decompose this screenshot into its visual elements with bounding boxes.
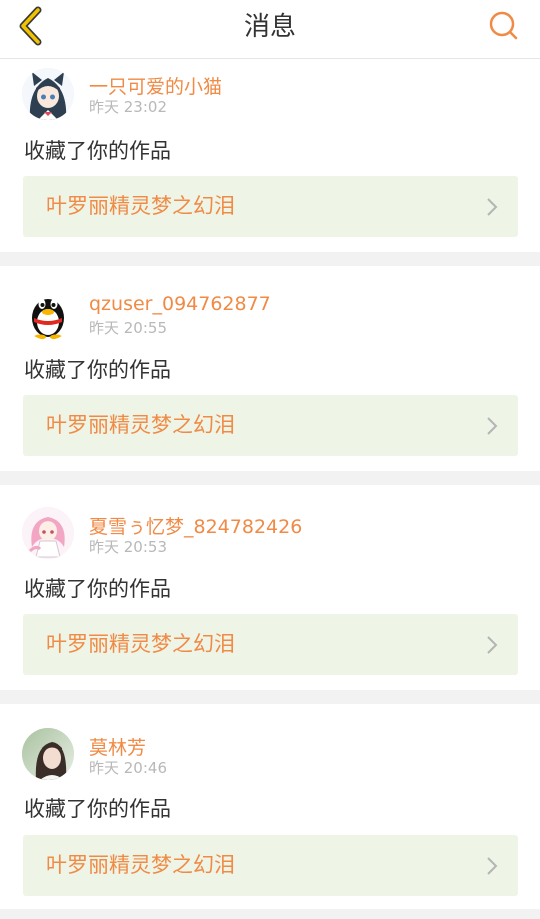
chevron-right-icon <box>486 635 498 659</box>
timestamp: 昨天 23:02 <box>89 98 167 116</box>
work-title: 叶罗丽精灵梦之幻泪 <box>46 632 235 656</box>
message-card: qzuser_094762877 昨天 20:55 收藏了你的作品 叶罗丽精灵梦… <box>0 266 540 471</box>
search-button[interactable] <box>484 8 524 48</box>
username[interactable]: 莫林芳 <box>89 733 146 760</box>
work-link[interactable]: 叶罗丽精灵梦之幻泪 <box>23 614 518 675</box>
chevron-right-icon <box>486 416 498 440</box>
action-text: 收藏了你的作品 <box>24 797 171 821</box>
qq-penguin-avatar-icon <box>22 288 74 340</box>
page-title: 消息 <box>243 12 296 42</box>
timestamp: 昨天 20:46 <box>89 759 167 777</box>
chevron-right-icon <box>486 197 498 221</box>
work-title: 叶罗丽精灵梦之幻泪 <box>46 413 235 437</box>
action-text: 收藏了你的作品 <box>24 358 171 382</box>
avatar[interactable] <box>22 507 74 559</box>
work-title: 叶罗丽精灵梦之幻泪 <box>46 194 235 218</box>
message-card: 夏雪ぅ忆梦_824782426 昨天 20:53 收藏了你的作品 叶罗丽精灵梦之… <box>0 485 540 690</box>
work-title: 叶罗丽精灵梦之幻泪 <box>46 853 235 877</box>
action-text: 收藏了你的作品 <box>24 139 171 163</box>
timestamp: 昨天 20:53 <box>89 538 167 556</box>
work-link[interactable]: 叶罗丽精灵梦之幻泪 <box>23 176 518 237</box>
work-link[interactable]: 叶罗丽精灵梦之幻泪 <box>23 395 518 456</box>
photo-avatar-icon <box>22 728 74 780</box>
avatar[interactable] <box>22 68 74 120</box>
search-icon <box>488 10 520 46</box>
action-text: 收藏了你的作品 <box>24 577 171 601</box>
username[interactable]: 夏雪ぅ忆梦_824782426 <box>89 512 302 539</box>
timestamp: 昨天 20:55 <box>89 319 167 337</box>
top-bar: 消息 <box>0 0 540 59</box>
message-card: 莫林芳 昨天 20:46 收藏了你的作品 叶罗丽精灵梦之幻泪 <box>0 704 540 909</box>
message-card: 一只可爱的小猫 昨天 23:02 收藏了你的作品 叶罗丽精灵梦之幻泪 <box>0 59 540 252</box>
anime-girl-avatar-icon <box>22 68 74 120</box>
avatar[interactable] <box>22 728 74 780</box>
username[interactable]: qzuser_094762877 <box>89 293 271 315</box>
pink-anime-avatar-icon <box>22 507 74 559</box>
username[interactable]: 一只可爱的小猫 <box>89 72 222 99</box>
work-link[interactable]: 叶罗丽精灵梦之幻泪 <box>23 835 518 896</box>
avatar[interactable] <box>22 288 74 340</box>
chevron-right-icon <box>486 856 498 880</box>
